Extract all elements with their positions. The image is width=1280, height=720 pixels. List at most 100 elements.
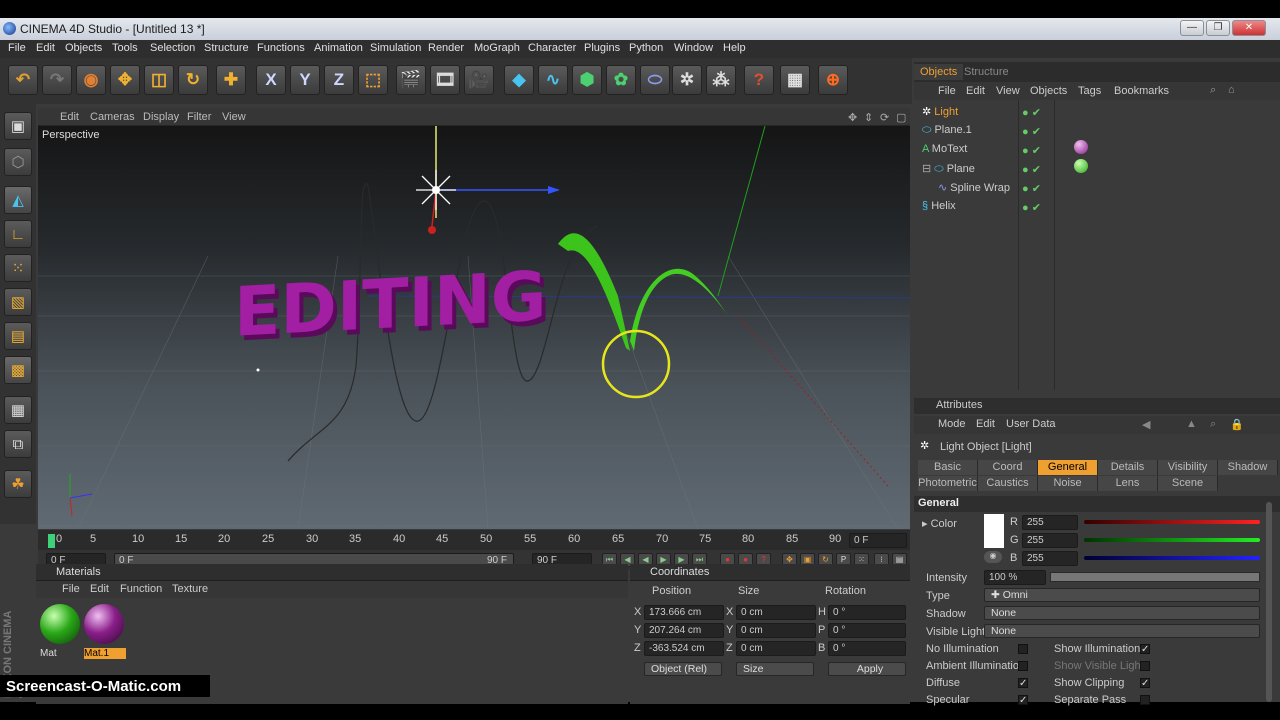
redo-icon[interactable]: ↷ bbox=[42, 65, 72, 95]
home-icon[interactable]: ⌂ bbox=[1228, 84, 1235, 96]
close-button[interactable]: ✕ bbox=[1232, 20, 1266, 36]
size-z-field[interactable]: 0 cm bbox=[736, 641, 816, 656]
viewport-menu-display[interactable]: Display bbox=[143, 111, 179, 123]
blue-slider[interactable] bbox=[1084, 556, 1260, 560]
tab-structure[interactable]: Structure bbox=[958, 64, 1015, 80]
tab-lens[interactable]: Lens bbox=[1098, 476, 1158, 491]
diffuse-checkbox[interactable]: ✓ bbox=[1018, 678, 1028, 689]
materials-menu-file[interactable]: File bbox=[62, 583, 80, 595]
viewport-rotate-icon[interactable]: ⟳ bbox=[880, 111, 889, 124]
coordinate-mode-dropdown[interactable]: Object (Rel) bbox=[644, 662, 722, 676]
spline-pen-icon[interactable]: ∿ bbox=[538, 65, 568, 95]
array-icon[interactable]: ✿ bbox=[606, 65, 636, 95]
menu-window[interactable]: Window bbox=[674, 42, 713, 54]
position-x-field[interactable]: 173.666 cm bbox=[644, 605, 724, 620]
perspective-viewport[interactable]: EDITING EDITING Perspective bbox=[38, 126, 910, 529]
render-picture-viewer-icon[interactable]: 🎞 bbox=[430, 65, 460, 95]
rotation-h-field[interactable]: 0 ° bbox=[828, 605, 906, 620]
no-illumination-checkbox[interactable] bbox=[1018, 644, 1028, 654]
red-slider[interactable] bbox=[1084, 520, 1260, 524]
object-row-spline-wrap[interactable]: ∿ Spline Wrap bbox=[938, 181, 1010, 198]
viewport-menu-cameras[interactable]: Cameras bbox=[90, 111, 135, 123]
show-clipping-checkbox[interactable]: ✓ bbox=[1140, 678, 1150, 689]
object-row-motext[interactable]: A MoText bbox=[922, 143, 967, 160]
y-axis-lock-icon[interactable]: Y bbox=[290, 65, 320, 95]
objects-menu-view[interactable]: View bbox=[996, 85, 1020, 97]
tab-noise[interactable]: Noise bbox=[1038, 476, 1098, 491]
layout-icon[interactable]: ⊕ bbox=[818, 65, 848, 95]
polygons-mode-icon[interactable]: ▤ bbox=[4, 322, 32, 350]
attributes-menu-edit[interactable]: Edit bbox=[976, 418, 995, 430]
render-view-icon[interactable]: 🎬 bbox=[396, 65, 426, 95]
objects-menu-bookmarks[interactable]: Bookmarks bbox=[1114, 85, 1169, 97]
menu-character[interactable]: Character bbox=[528, 42, 576, 54]
attributes-scrollbar[interactable] bbox=[1266, 502, 1272, 702]
menu-animation[interactable]: Animation bbox=[314, 42, 363, 54]
move-icon[interactable]: ✥ bbox=[110, 65, 140, 95]
menu-render[interactable]: Render bbox=[428, 42, 464, 54]
size-mode-dropdown[interactable]: Size bbox=[736, 662, 814, 676]
object-row-light[interactable]: ✲ Light bbox=[922, 105, 958, 122]
scene-icon[interactable]: ✲ bbox=[672, 65, 702, 95]
tab-details[interactable]: Details bbox=[1098, 460, 1158, 475]
up-arrow-icon[interactable]: ▲ bbox=[1186, 418, 1197, 430]
camera-icon[interactable]: ⁂ bbox=[706, 65, 736, 95]
tab-photometric[interactable]: Photometric bbox=[918, 476, 978, 491]
object-row-plane[interactable]: ⊟ ⬭ Plane bbox=[922, 162, 975, 179]
scale-icon[interactable]: ◫ bbox=[144, 65, 174, 95]
tab-shadow[interactable]: Shadow bbox=[1218, 460, 1278, 475]
tab-scene[interactable]: Scene bbox=[1158, 476, 1218, 491]
menu-mograph[interactable]: MoGraph bbox=[474, 42, 520, 54]
material-swatch-purple[interactable] bbox=[84, 604, 124, 644]
materials-menu-edit[interactable]: Edit bbox=[90, 583, 109, 595]
minimize-button[interactable]: — bbox=[1180, 20, 1204, 36]
intensity-slider[interactable] bbox=[1050, 572, 1260, 582]
material-tag-purple[interactable] bbox=[1074, 140, 1088, 154]
light-z-arrow[interactable] bbox=[428, 226, 436, 234]
show-illumination-checkbox[interactable]: ✓ bbox=[1140, 644, 1150, 655]
axis-mode-icon[interactable]: ∟ bbox=[4, 220, 32, 248]
menu-help[interactable]: Help bbox=[723, 42, 746, 54]
add-icon[interactable]: ✚ bbox=[216, 65, 246, 95]
light-icon[interactable]: ? bbox=[744, 65, 774, 95]
menu-simulation[interactable]: Simulation bbox=[370, 42, 421, 54]
viewport-menu-edit[interactable]: Edit bbox=[60, 111, 79, 123]
viewport-maximize-icon[interactable]: ▢ bbox=[896, 111, 906, 124]
tab-basic[interactable]: Basic bbox=[918, 460, 978, 475]
green-slider[interactable] bbox=[1084, 538, 1260, 542]
maximize-button[interactable]: ❐ bbox=[1206, 20, 1230, 36]
menu-tools[interactable]: Tools bbox=[112, 42, 138, 54]
timeline-ruler[interactable]: 0 5 10 15 20 25 30 35 40 45 50 55 60 65 … bbox=[38, 530, 910, 550]
visible-light-dropdown[interactable]: None bbox=[984, 624, 1260, 638]
materials-menu-texture[interactable]: Texture bbox=[172, 583, 208, 595]
rotate-icon[interactable]: ↻ bbox=[178, 65, 208, 95]
render-settings-icon[interactable]: 🎥 bbox=[464, 65, 494, 95]
material-name[interactable]: Mat bbox=[40, 648, 57, 659]
menu-python[interactable]: Python bbox=[629, 42, 663, 54]
current-frame-field[interactable]: 0 F bbox=[849, 533, 907, 548]
snap-icon[interactable]: ⧉ bbox=[4, 430, 32, 458]
attributes-menu-userdata[interactable]: User Data bbox=[1006, 418, 1056, 430]
position-y-field[interactable]: 207.264 cm bbox=[644, 623, 724, 638]
object-row-plane1[interactable]: ⬭ Plane.1 bbox=[922, 124, 972, 141]
material-name-selected[interactable]: Mat.1 bbox=[84, 648, 126, 659]
attributes-menu-mode[interactable]: Mode bbox=[938, 418, 966, 430]
object-row-helix[interactable]: § Helix bbox=[922, 200, 956, 217]
tab-general[interactable]: General bbox=[1038, 460, 1098, 475]
menu-plugins[interactable]: Plugins bbox=[584, 42, 620, 54]
search-icon[interactable]: ⌕ bbox=[1210, 84, 1216, 97]
position-z-field[interactable]: -363.524 cm bbox=[644, 641, 724, 656]
objects-menu-objects[interactable]: Objects bbox=[1030, 85, 1067, 97]
ambient-illumination-checkbox[interactable] bbox=[1018, 661, 1028, 671]
material-manager-icon[interactable]: ▦ bbox=[780, 65, 810, 95]
rotation-b-field[interactable]: 0 ° bbox=[828, 641, 906, 656]
menu-file[interactable]: File bbox=[8, 42, 26, 54]
red-field[interactable]: 255 bbox=[1022, 515, 1078, 530]
specular-checkbox[interactable]: ✓ bbox=[1018, 695, 1028, 706]
size-x-field[interactable]: 0 cm bbox=[736, 605, 816, 620]
texture-mode-icon[interactable]: ⬡ bbox=[4, 148, 32, 176]
green-field[interactable]: 255 bbox=[1022, 533, 1078, 548]
tab-coord[interactable]: Coord bbox=[978, 460, 1038, 475]
menu-edit[interactable]: Edit bbox=[36, 42, 55, 54]
menu-objects[interactable]: Objects bbox=[65, 42, 102, 54]
